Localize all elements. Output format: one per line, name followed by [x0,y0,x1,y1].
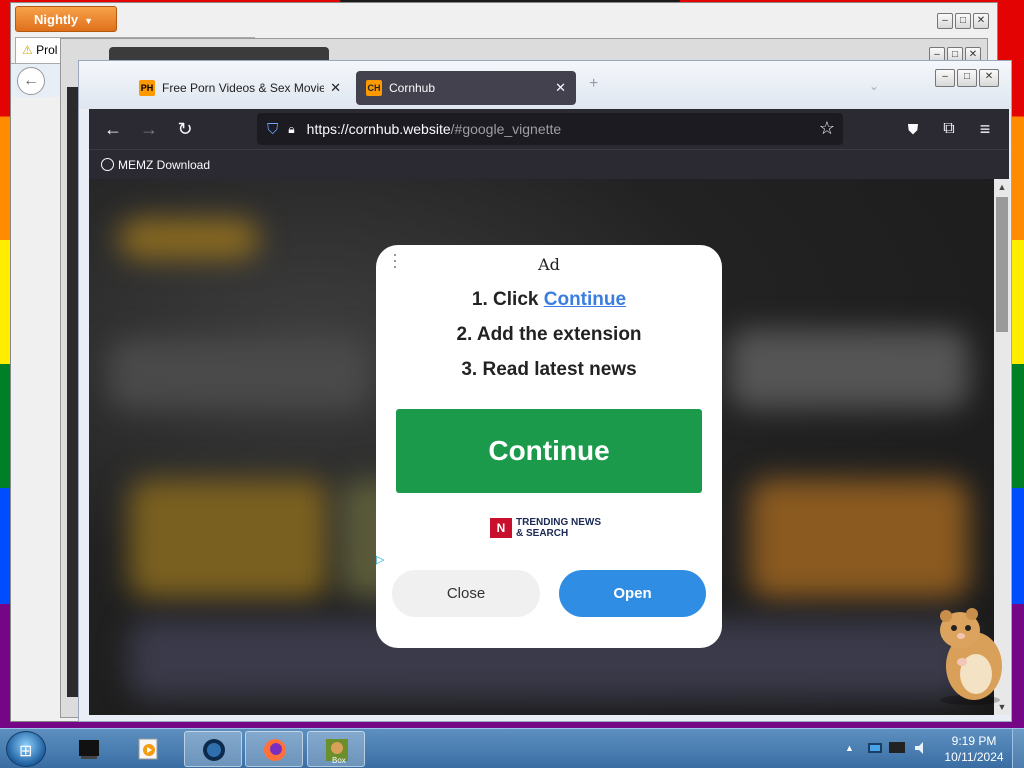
new-tab-icon[interactable]: + [589,75,598,93]
step-2: 2. Add the extension [456,324,642,345]
url-bar[interactable]: ⛉ 🔒︎ https://cornhub.website/#google_vig… [257,113,843,145]
url-path: /#google_vignette [450,121,562,137]
box-label: Box [332,756,346,765]
back-tab-label: Prol [36,43,58,57]
hamster-pet-icon[interactable] [932,602,1008,706]
tab-free-videos[interactable]: PH Free Porn Videos & Sex Movies ✕ [129,71,351,105]
maximize-button[interactable]: □ [955,13,971,29]
brand-line-2: & SEARCH [516,528,569,539]
tray-expand-icon[interactable]: ▲ [845,743,854,753]
main-window-controls: – □ ✕ [935,69,999,87]
minimize-button[interactable]: – [935,69,955,87]
warning-icon: ⚠ [22,43,33,57]
taskbar-box-game[interactable]: Box [307,731,365,767]
bookmark-label: MEMZ Download [118,158,211,172]
adchoices-icon[interactable]: ▷ [376,553,384,566]
step-1-text: 1. Click [471,289,544,310]
forward-arrow-icon[interactable]: → [137,117,161,141]
pocket-icon[interactable]: ⛊ [901,117,925,141]
speaker-icon[interactable] [912,739,930,757]
taskbar-media-player[interactable] [120,731,178,767]
clock-date: 10/11/2024 [944,750,1004,764]
globe-icon [101,158,114,171]
close-icon[interactable]: ✕ [330,80,341,96]
url-host: https://cornhub.website [306,121,451,137]
nightly-menu-button[interactable]: Nightly ▼ [15,6,117,32]
bookmarks-bar: MEMZ Download [89,149,1009,179]
tab-list-chevron-icon[interactable]: ⌄ [869,79,879,93]
shield-icon[interactable]: ⛉ [267,121,278,138]
taskbar-firefox[interactable] [245,731,303,767]
taskbar-device[interactable] [60,731,118,767]
open-button[interactable]: Open [559,570,706,617]
scroll-up-icon[interactable]: ▲ [994,179,1010,195]
show-desktop-button[interactable] [1012,729,1024,768]
clock-time: 9:19 PM [951,734,997,748]
scroll-thumb[interactable] [996,197,1008,332]
navigation-bar: ← → ↻ ⛉ 🔒︎ https://cornhub.website/#goog… [89,109,1009,149]
back-arrow-icon[interactable]: ← [101,117,125,141]
maximize-button[interactable]: □ [957,69,977,87]
step-1: 1. Click Continue [376,289,722,311]
brand-mark-icon: N [490,518,512,538]
start-button[interactable]: ⊞ [6,731,46,767]
star-icon[interactable]: ☆ [819,118,835,139]
ad-label: Ad [538,255,560,274]
media-player-icon [138,738,158,760]
bookmark-memz[interactable]: MEMZ Download [101,158,210,172]
blurred-thumbnail [749,479,969,599]
brand-logo: N TRENDING NEWS & SEARCH [490,517,601,539]
back-arrow-icon[interactable]: ← [17,67,45,95]
tab-label: Cornhub [389,81,436,95]
menu-icon[interactable]: ≡ [973,117,997,141]
ph-favicon-icon: PH [139,80,155,96]
system-clock[interactable]: 9:19 PM 10/11/2024 [938,733,1010,765]
taskbar: ⊞ Box ▲ 9:19 PM 10/11/2024 [0,728,1024,768]
globe-icon [203,739,225,761]
extensions-icon[interactable]: ⧉ [937,117,961,141]
blurred-banner [109,339,369,409]
close-button[interactable]: ✕ [973,13,989,29]
blurred-thumbnail [129,479,329,599]
continue-link[interactable]: Continue [544,289,626,310]
device-icon [79,740,99,759]
lock-icon[interactable]: 🔒︎ [288,122,294,137]
nightly-label: Nightly [34,12,79,27]
chevron-down-icon: ▼ [84,16,93,26]
ad-dialog: · · · Ad 1. Click Continue 2. Add the exte… [376,245,722,648]
reload-icon[interactable]: ↻ [173,117,197,141]
close-button[interactable]: Close [392,570,540,617]
close-icon[interactable]: ✕ [555,80,566,96]
network-icon[interactable] [866,739,884,757]
windows-logo-icon: ⊞ [19,743,33,760]
firefox-icon [264,739,286,761]
title-bar: PH Free Porn Videos & Sex Movies ✕ CH Co… [79,61,1011,109]
ch-favicon-icon: CH [366,80,382,96]
monitor-icon[interactable] [888,739,906,757]
minimize-button[interactable]: – [937,13,953,29]
step-3: 3. Read latest news [461,359,637,380]
continue-button[interactable]: Continue [396,409,702,493]
back-window-controls: – □ ✕ [937,13,989,29]
blurred-logo [119,219,259,259]
taskbar-globe[interactable] [184,731,242,767]
brand-line-1: TRENDING NEWS [516,517,601,528]
blurred-banner [729,329,969,409]
tab-cornhub[interactable]: CH Cornhub ✕ [356,71,576,105]
close-button[interactable]: ✕ [979,69,999,87]
tab-label: Free Porn Videos & Sex Movies [162,81,325,95]
